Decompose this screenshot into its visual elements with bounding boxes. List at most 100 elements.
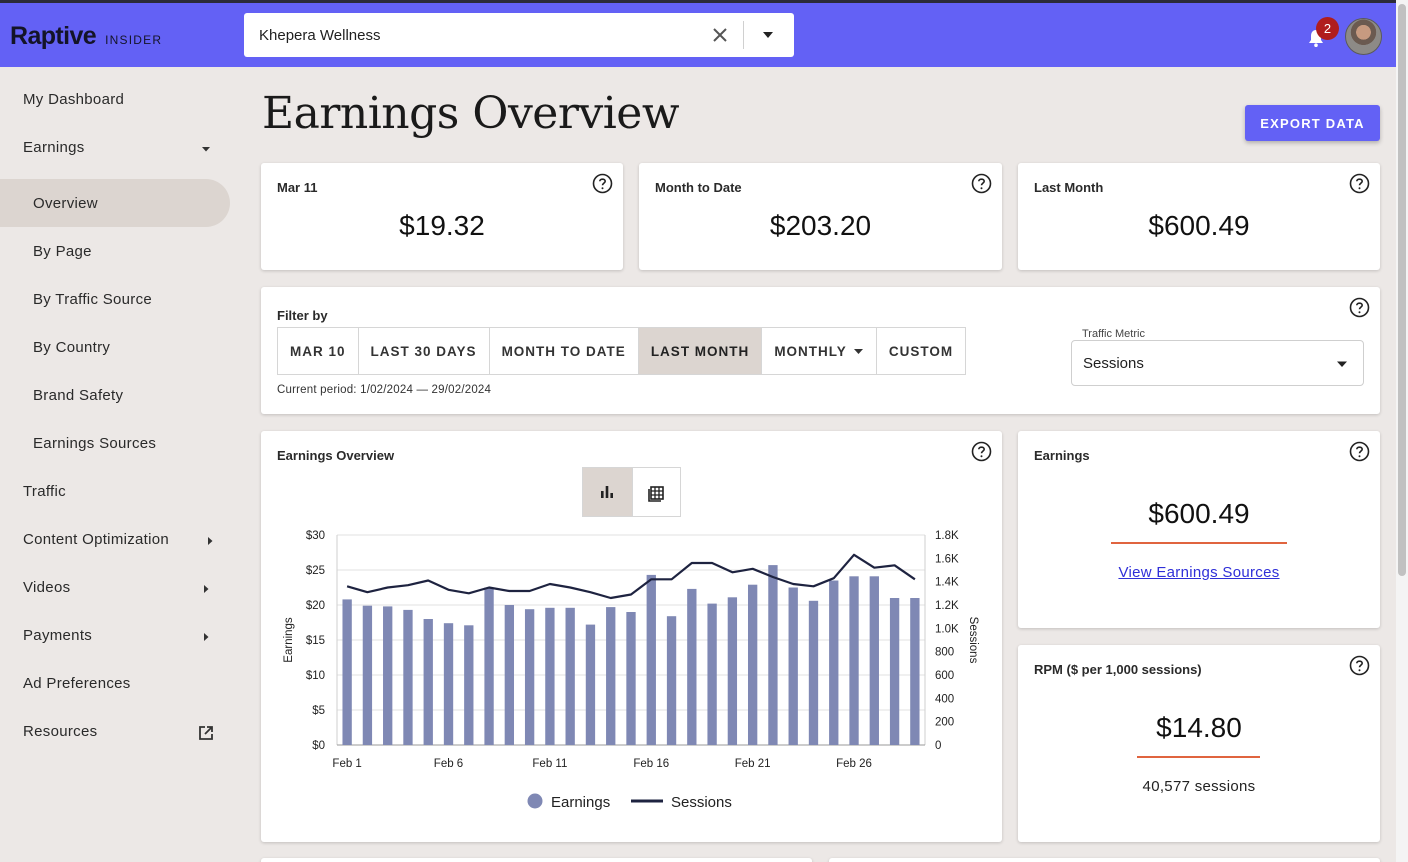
- bar: [545, 607, 555, 745]
- sidebar-item-content-optimization[interactable]: Content Optimization: [0, 515, 230, 563]
- help-icon[interactable]: [1349, 173, 1370, 194]
- sidebar-item-by-page[interactable]: By Page: [0, 227, 230, 275]
- bar: [524, 609, 535, 745]
- filter-month-to-date-button[interactable]: MONTH TO DATE: [488, 327, 639, 375]
- external-link-icon: [199, 726, 213, 740]
- sidebar-item-label: Overview: [33, 195, 98, 212]
- filter-last-month-button[interactable]: LAST MONTH: [637, 327, 763, 375]
- bar: [504, 605, 515, 745]
- sidebar-item-label: By Page: [33, 243, 92, 260]
- y-tick-label: $15: [306, 635, 325, 647]
- bar: [788, 587, 798, 745]
- filter-button-label: CUSTOM: [888, 343, 954, 359]
- filter-custom-button[interactable]: CUSTOM: [875, 327, 967, 375]
- sidebar-item-ad-preferences[interactable]: Ad Preferences: [0, 659, 230, 707]
- x-tick-label: Feb 21: [735, 758, 771, 770]
- sidebar-item-resources[interactable]: Resources: [0, 707, 230, 755]
- site-selector[interactable]: Khepera Wellness: [244, 13, 794, 57]
- sidebar-item-by-traffic-source[interactable]: By Traffic Source: [0, 275, 230, 323]
- filter-last-30-days-button[interactable]: LAST 30 DAYS: [357, 327, 490, 375]
- brand-name: Raptive: [10, 22, 97, 50]
- traffic-metric-select[interactable]: Sessions: [1071, 340, 1364, 386]
- y-axis-title: Earnings: [283, 617, 295, 663]
- y-tick-label: $20: [306, 600, 325, 612]
- next-card-right: [829, 858, 1380, 862]
- earnings-chart-card: Earnings Overview $0 $5 $10 $15 $20 $25 $30 0 20…: [261, 431, 1002, 842]
- sidebar-item-overview[interactable]: Overview: [0, 179, 230, 227]
- y-tick-label: $30: [306, 530, 325, 542]
- filter-button-label: MONTHLY: [774, 343, 847, 359]
- help-icon[interactable]: [1349, 441, 1370, 462]
- chevron-right-icon: [204, 633, 209, 641]
- y2-tick-label: 800: [935, 647, 954, 659]
- sidebar-item-label: Earnings Sources: [33, 435, 157, 452]
- sidebar-item-my-dashboard[interactable]: My Dashboard: [0, 75, 230, 123]
- avatar[interactable]: [1345, 18, 1382, 55]
- y2-tick-label: 200: [935, 717, 954, 729]
- sidebar-item-videos[interactable]: Videos: [0, 563, 230, 611]
- earnings-total-card: Earnings $600.49 View Earnings Sources: [1018, 431, 1380, 628]
- brand-logo[interactable]: Raptive INSIDER: [10, 22, 162, 51]
- y2-tick-label: 0: [935, 740, 941, 752]
- y2-tick-label: 1.2K: [935, 600, 959, 612]
- legend-sessions-label: Sessions: [671, 794, 732, 811]
- sidebar-item-payments[interactable]: Payments: [0, 611, 230, 659]
- y-tick-label: $25: [306, 565, 325, 577]
- sidebar-item-label: My Dashboard: [23, 91, 125, 108]
- help-icon[interactable]: [1349, 655, 1370, 676]
- stat-card-month-to-date: Month to Date $203.20: [639, 163, 1002, 270]
- value-underline: [1111, 542, 1287, 544]
- y2-tick-label: 1.0K: [935, 623, 959, 635]
- sidebar-item-earnings-sources[interactable]: Earnings Sources: [0, 419, 230, 467]
- x-tick-label: Feb 11: [532, 758, 567, 770]
- x-tick-label: Feb 6: [434, 758, 463, 770]
- help-icon[interactable]: [1349, 297, 1370, 318]
- help-icon[interactable]: [971, 173, 992, 194]
- filter-button-label: LAST MONTH: [650, 343, 750, 359]
- notification-badge[interactable]: 2: [1316, 17, 1339, 40]
- filter-mar-10-button[interactable]: MAR 10: [277, 327, 359, 375]
- brand-sub: INSIDER: [105, 33, 163, 47]
- scrollbar-thumb[interactable]: [1398, 4, 1406, 576]
- rpm-card-label: RPM ($ per 1,000 sessions): [1034, 662, 1202, 677]
- y2-tick-label: 1.4K: [935, 577, 959, 589]
- bar: [383, 606, 393, 745]
- filter-monthly-dropdown[interactable]: MONTHLY: [761, 327, 877, 375]
- rpm-card: RPM ($ per 1,000 sessions) $14.80 40,577…: [1018, 645, 1380, 842]
- sidebar-item-label: Ad Preferences: [23, 675, 131, 692]
- rpm-value: $14.80: [1156, 712, 1242, 743]
- sidebar-item-traffic[interactable]: Traffic: [0, 467, 230, 515]
- bar: [829, 580, 839, 745]
- sidebar-item-brand-safety[interactable]: Brand Safety: [0, 371, 230, 419]
- filter-card: Filter by MAR 10 LAST 30 DAYS MONTH TO D…: [261, 287, 1380, 414]
- bar: [362, 605, 373, 745]
- top-bar: Raptive INSIDER Khepera Wellness 2: [0, 0, 1396, 67]
- sidebar-item-earnings[interactable]: Earnings: [0, 123, 230, 171]
- export-data-button[interactable]: EXPORT DATA: [1245, 105, 1380, 141]
- rpm-sessions-count: 40,577 sessions: [1142, 778, 1256, 795]
- stat-card-last-month: Last Month $600.49: [1018, 163, 1380, 270]
- sidebar-item-label: Content Optimization: [23, 531, 170, 548]
- x-tick-label: Feb 26: [836, 758, 872, 770]
- earnings-card-label: Earnings: [1034, 448, 1090, 463]
- chevron-right-icon: [204, 585, 209, 593]
- site-selector-value: Khepera Wellness: [259, 27, 381, 44]
- y2-tick-label: 400: [935, 693, 954, 705]
- chevron-down-icon[interactable]: [760, 27, 776, 43]
- bar: [585, 624, 596, 745]
- sidebar-item-by-country[interactable]: By Country: [0, 323, 230, 371]
- next-card-left: [261, 858, 812, 862]
- bar: [768, 565, 778, 745]
- help-icon[interactable]: [592, 173, 613, 194]
- stat-label: Mar 11: [277, 180, 318, 195]
- close-icon[interactable]: [709, 24, 731, 46]
- x-tick-label: Feb 16: [633, 758, 669, 770]
- view-earnings-sources-link[interactable]: View Earnings Sources: [1018, 564, 1380, 581]
- stat-label: Last Month: [1034, 180, 1104, 195]
- sidebar-item-label: Earnings: [23, 139, 85, 156]
- filter-label: Filter by: [277, 308, 328, 323]
- bar: [687, 588, 697, 745]
- y2-axis-title: Sessions: [967, 617, 979, 664]
- legend-earnings-marker: [527, 793, 543, 809]
- chevron-down-icon: [202, 147, 210, 152]
